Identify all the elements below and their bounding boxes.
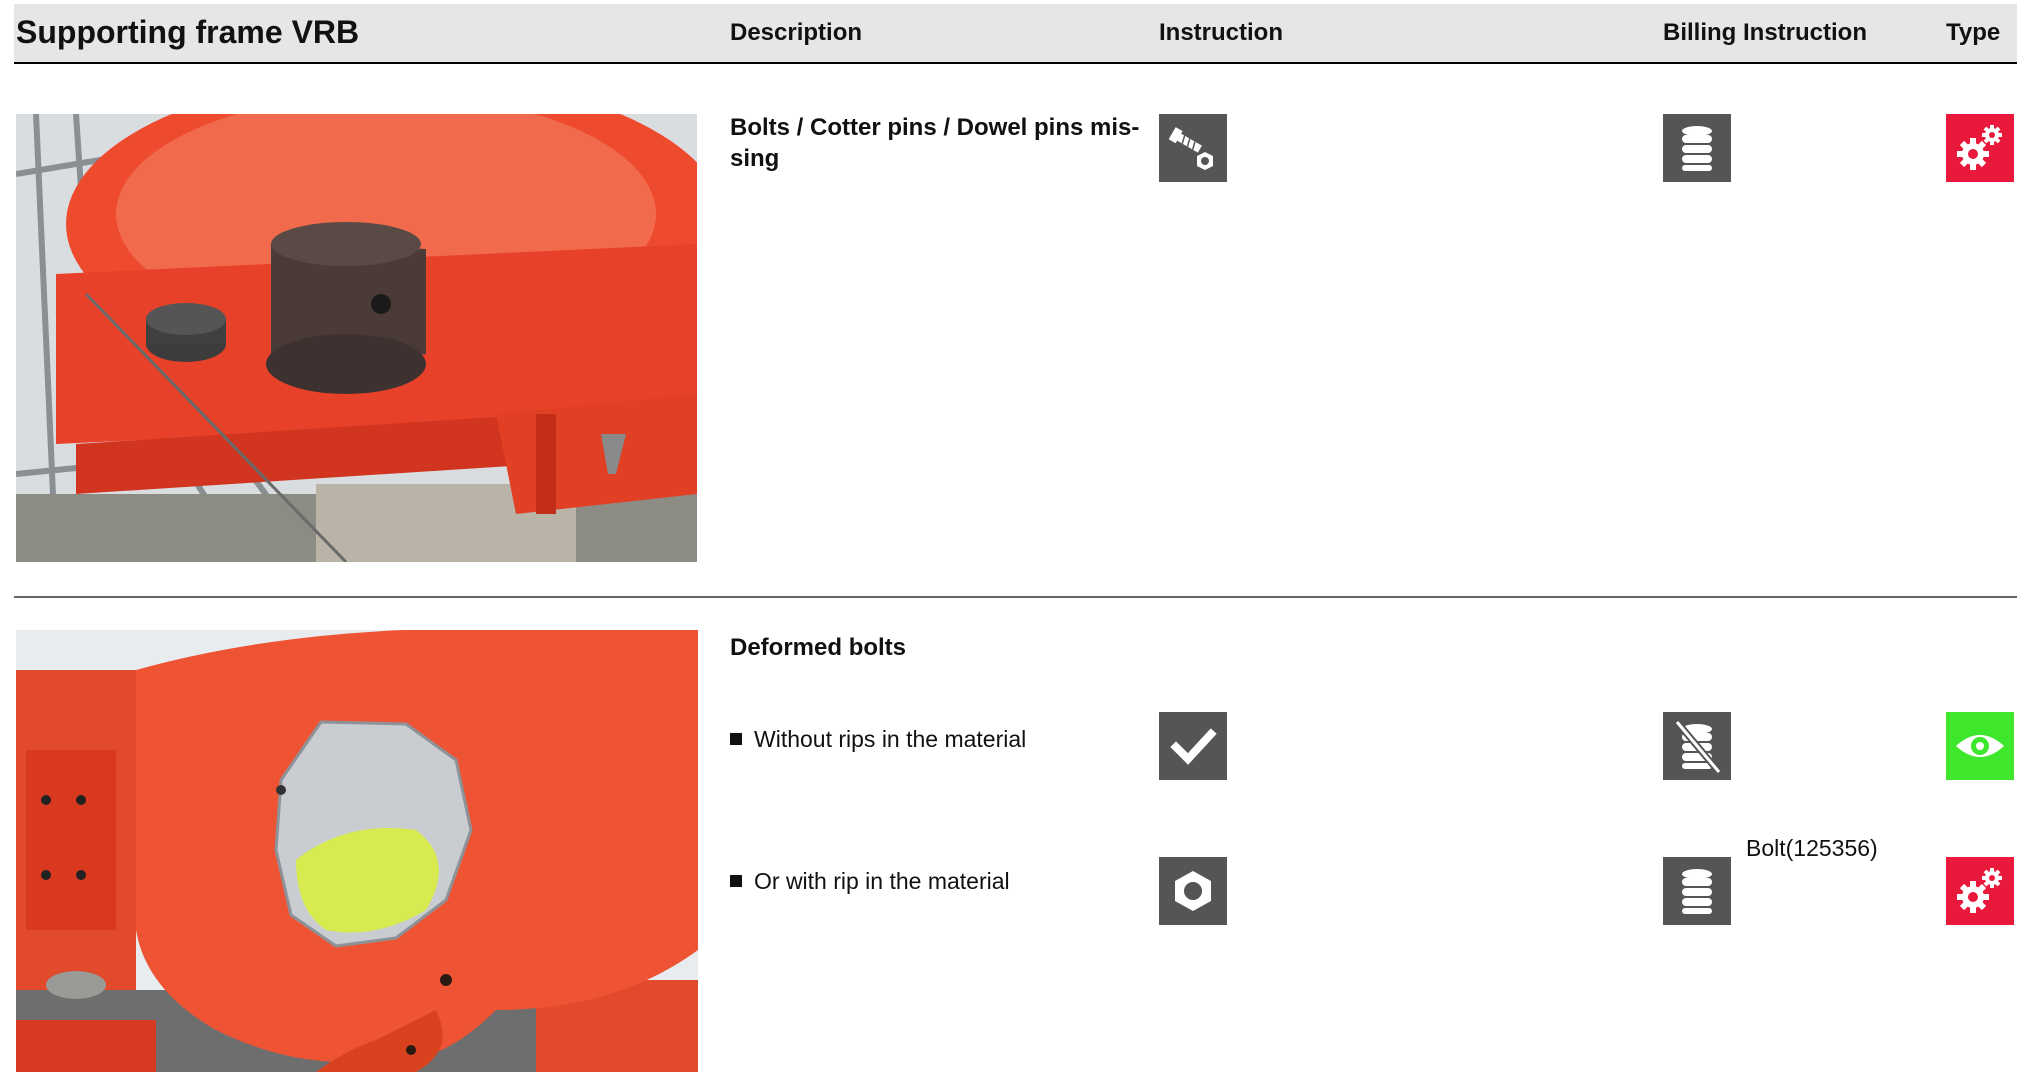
list-item: Or with rip in the material [730,866,1010,896]
coin-stack-icon [1663,114,1731,182]
bolt-and-nut-icon [1159,114,1227,182]
bullet-square [730,733,742,745]
photo-missing-bolts [16,114,697,562]
column-header-billing: Billing Instruction [1663,19,1867,46]
photo-deformed-bolt [16,630,698,1072]
checkmark-icon [1159,712,1227,780]
nut-icon [1159,857,1227,925]
gears-icon [1946,857,2014,925]
no-charge-coin-icon [1663,712,1731,780]
page-title: Supporting frame VRB [16,14,360,50]
item-title: Bolts / Cotter pins / Dowel pins mis-sin… [730,114,1140,172]
gears-icon [1946,114,2014,182]
column-header-type: Type [1946,19,2001,46]
row-divider [14,596,2017,598]
option-text: Without rips in the material [754,726,1027,752]
column-header-instruction: Instruction [1159,19,1283,46]
billing-note: Bolt(125356) [1746,835,1878,861]
coin-stack-icon [1663,857,1731,925]
item-title: Deformed bolts [730,634,907,661]
list-item: Without rips in the material [730,724,1026,754]
eye-icon [1946,712,2014,780]
bullet-square [730,875,742,887]
column-header-description: Description [730,19,863,46]
option-text: Or with rip in the material [754,868,1010,894]
